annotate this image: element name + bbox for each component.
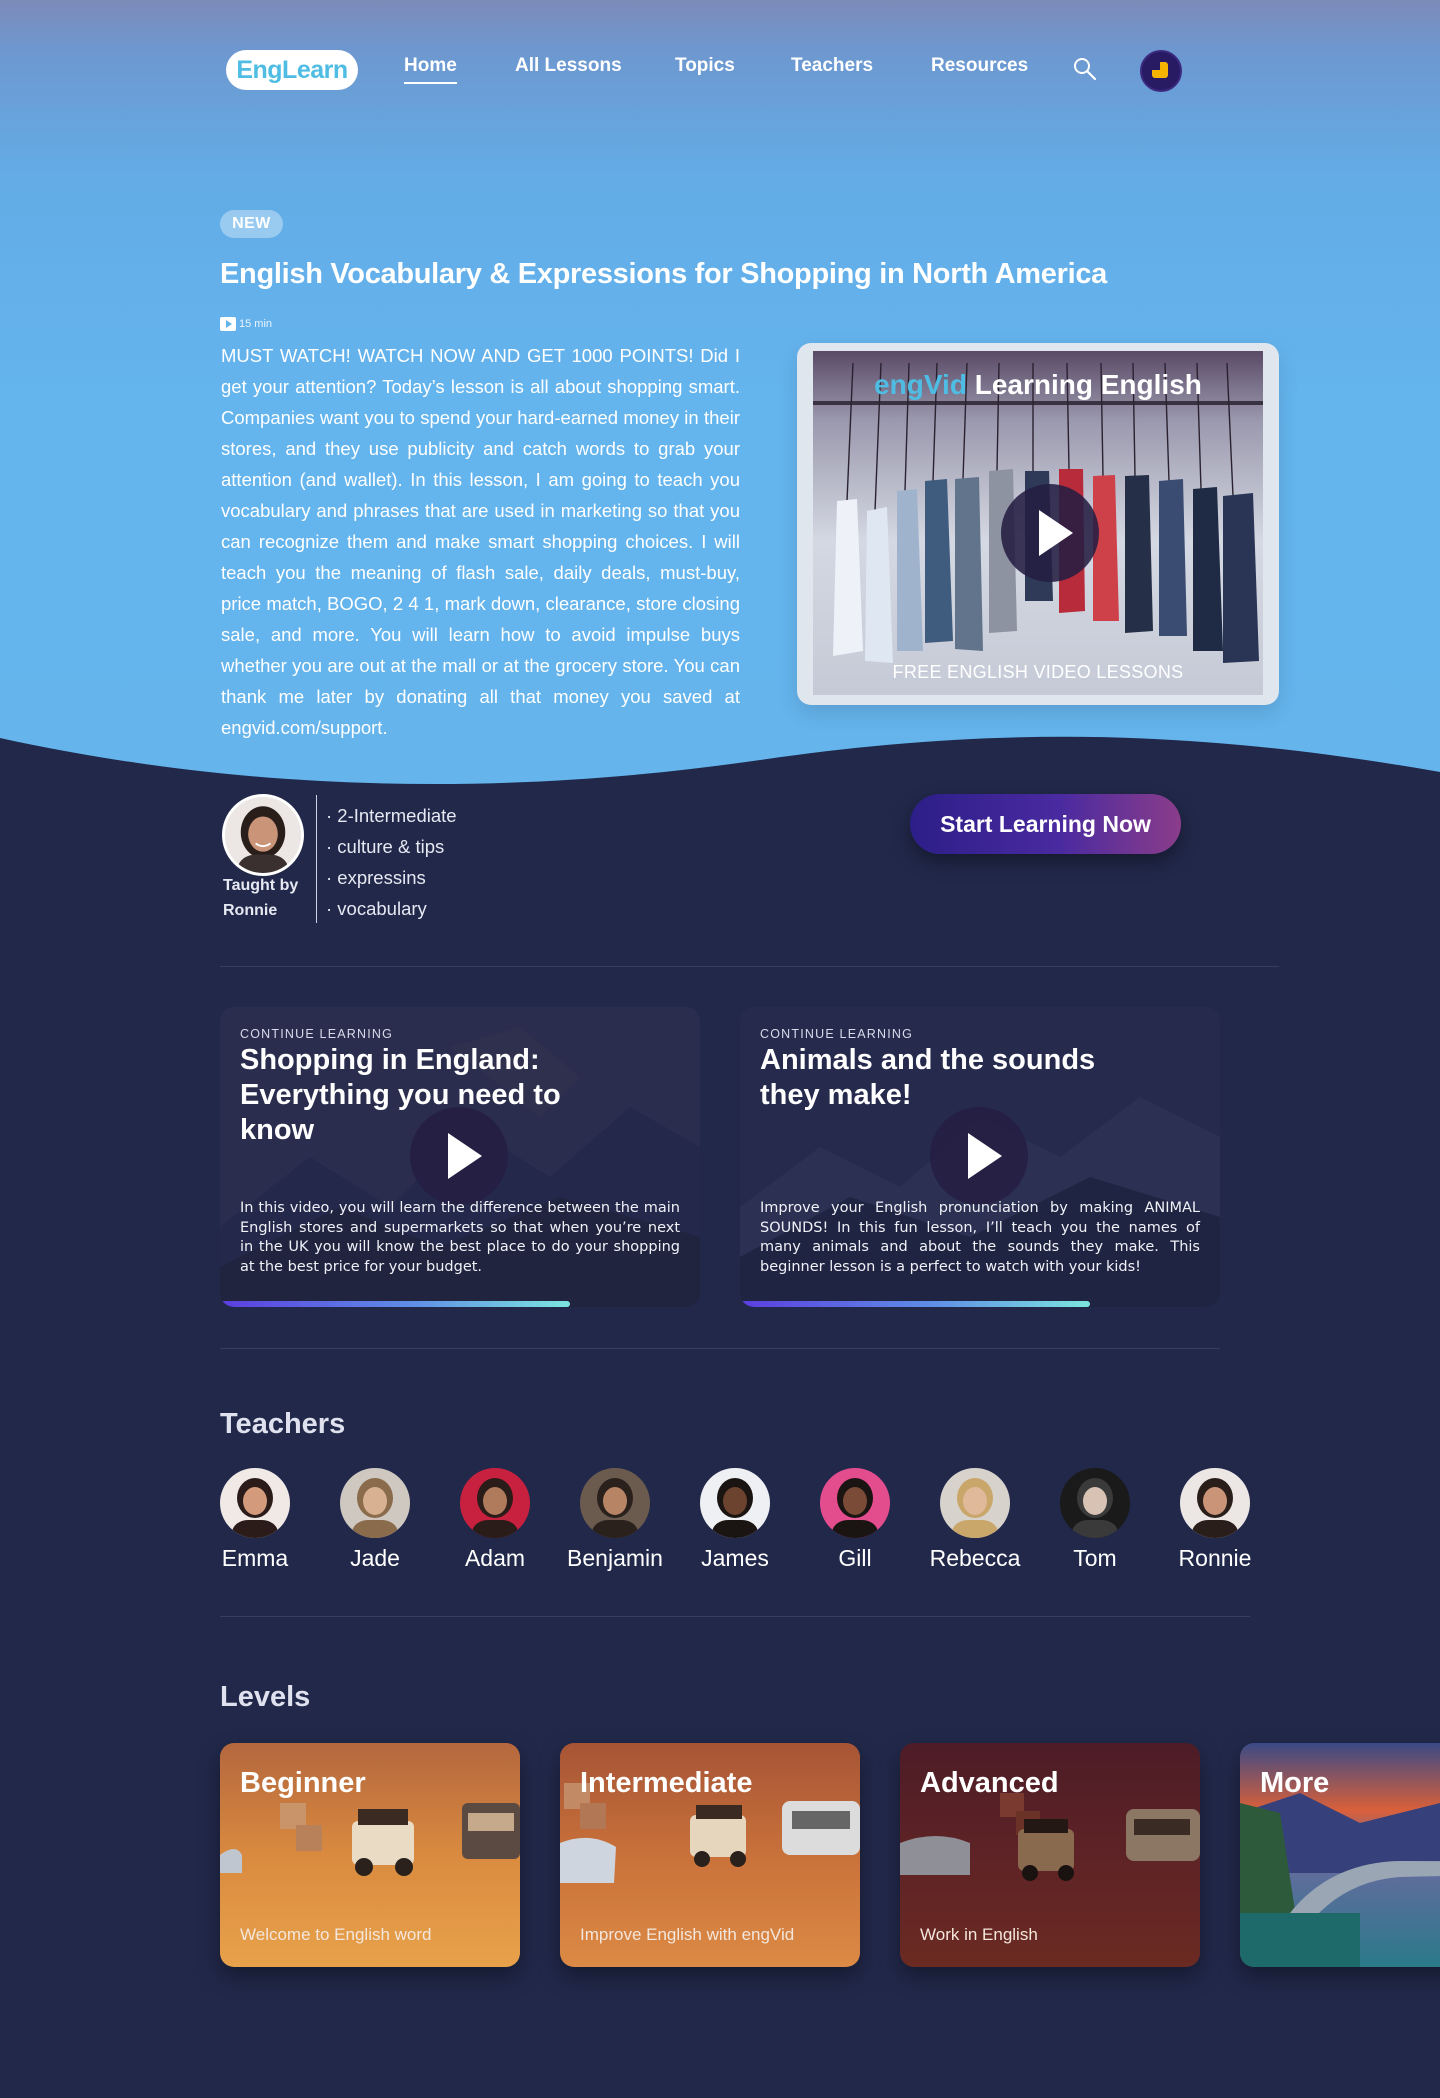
course-kicker: CONTINUE LEARNING (760, 1027, 914, 1041)
teacher-avatar[interactable] (940, 1468, 1010, 1538)
tag-vocabulary[interactable]: · vocabulary (326, 893, 457, 924)
teacher-name[interactable]: James (680, 1544, 790, 1572)
teacher-avatar[interactable] (340, 1468, 410, 1538)
taught-by-label: Taught by (223, 877, 299, 894)
course-progress-bar (740, 1301, 1091, 1307)
teacher-item[interactable]: James (680, 1468, 790, 1572)
lesson-video-player[interactable]: engVid Learning English FREE ENGLISH VID… (797, 343, 1279, 705)
nav-teachers[interactable]: Teachers (791, 54, 873, 78)
level-subtitle: Work in English (920, 1925, 1038, 1944)
teacher-item[interactable]: Gill (800, 1468, 910, 1572)
levels-heading: Levels (220, 1681, 311, 1713)
level-title: Beginner (240, 1767, 366, 1799)
video-icon (220, 317, 236, 332)
video-brand-engvid: engVid (874, 369, 967, 400)
teacher-portrait (1060, 1468, 1130, 1538)
tag-level[interactable]: · 2-Intermediate (326, 800, 457, 831)
nav-topics[interactable]: Topics (675, 54, 735, 78)
teacher-avatar[interactable] (1180, 1468, 1250, 1538)
top-nav: EngLearn Home All Lessons Topics Teacher… (0, 48, 1440, 92)
teacher-portrait (220, 1468, 290, 1538)
level-card-more[interactable]: More (1240, 1743, 1440, 1967)
teacher-name[interactable]: Adam (440, 1544, 550, 1572)
start-learning-button[interactable]: Start Learning Now (910, 794, 1181, 854)
course-title[interactable]: Animals and the sounds they make! (760, 1043, 1100, 1113)
nav-all-lessons[interactable]: All Lessons (515, 54, 622, 78)
teacher-avatar[interactable] (580, 1468, 650, 1538)
video-brand-text: Learning English (974, 369, 1202, 400)
teacher-avatar-ronnie[interactable] (222, 794, 304, 876)
play-icon[interactable] (1001, 484, 1099, 582)
teacher-name[interactable]: Tom (1040, 1544, 1150, 1572)
teacher-item[interactable]: Emma (200, 1468, 310, 1572)
teacher-item[interactable]: Rebecca (920, 1468, 1030, 1572)
course-title[interactable]: Shopping in England: Everything you need… (240, 1043, 580, 1148)
course-description: In this video, you will learn the differ… (240, 1200, 680, 1275)
lesson-duration: 15 min (220, 316, 272, 332)
course-kicker: CONTINUE LEARNING (240, 1027, 394, 1041)
lesson-title: English Vocabulary & Expressions for Sho… (220, 258, 1107, 290)
taught-by: Taught by Ronnie (223, 873, 298, 923)
teacher-avatar[interactable] (820, 1468, 890, 1538)
teacher-portrait (820, 1468, 890, 1538)
logo[interactable]: EngLearn (226, 50, 358, 90)
teacher-portrait (225, 797, 301, 873)
tags-divider (316, 795, 317, 923)
new-badge: NEW (220, 210, 283, 238)
level-subtitle: Welcome to English word (240, 1925, 432, 1944)
video-brand: engVid Learning English (813, 369, 1263, 401)
level-card-beginner[interactable]: Beginner Welcome to English word (220, 1743, 520, 1967)
teacher-avatar[interactable] (700, 1468, 770, 1538)
section-divider (220, 966, 1279, 967)
teachers-heading: Teachers (220, 1408, 346, 1440)
teacher-name[interactable]: Gill (800, 1544, 910, 1572)
teacher-name[interactable]: Emma (200, 1544, 310, 1572)
level-subtitle: Improve English with engVid (580, 1925, 795, 1944)
teacher-item[interactable]: Jade (320, 1468, 430, 1572)
user-avatar[interactable] (1140, 50, 1182, 92)
teacher-avatar[interactable] (460, 1468, 530, 1538)
teacher-name[interactable]: Jade (320, 1544, 430, 1572)
play-icon[interactable] (930, 1107, 1028, 1205)
teacher-name[interactable]: Ronnie (1160, 1544, 1270, 1572)
play-icon[interactable] (410, 1107, 508, 1205)
teacher-avatar[interactable] (1060, 1468, 1130, 1538)
teacher-portrait (460, 1468, 530, 1538)
teacher-item[interactable]: Tom (1040, 1468, 1150, 1572)
teacher-item[interactable]: Ronnie (1160, 1468, 1270, 1572)
section-divider (220, 1616, 1250, 1617)
lesson-tags: · 2-Intermediate · culture & tips · expr… (326, 800, 457, 924)
video-caption: FREE ENGLISH VIDEO LESSONS (892, 662, 1184, 682)
section-divider (220, 1348, 1220, 1349)
course-description: Improve your English pronunciation by ma… (760, 1200, 1200, 1275)
level-card-intermediate[interactable]: Intermediate Improve English with engVid (560, 1743, 860, 1967)
page: EngLearn Home All Lessons Topics Teacher… (0, 0, 1440, 2098)
continue-learning-card[interactable]: CONTINUE LEARNING Shopping in England: E… (220, 1007, 700, 1307)
nav-home[interactable]: Home (404, 54, 457, 84)
level-title: Advanced (920, 1767, 1059, 1799)
level-title: More (1260, 1767, 1330, 1799)
teacher-portrait (940, 1468, 1010, 1538)
nav-resources[interactable]: Resources (931, 54, 1028, 78)
level-title: Intermediate (580, 1767, 753, 1799)
video-thumbnail: engVid Learning English FREE ENGLISH VID… (813, 351, 1263, 695)
teacher-name[interactable]: Rebecca (920, 1544, 1030, 1572)
teacher-portrait (1180, 1468, 1250, 1538)
tag-topic[interactable]: · culture & tips (326, 831, 457, 862)
duration-text: 15 min (239, 318, 273, 330)
lesson-description: MUST WATCH! WATCH NOW AND GET 1000 POINT… (221, 345, 740, 738)
taught-by-teacher[interactable]: Ronnie (223, 898, 298, 923)
level-card-advanced[interactable]: Advanced Work in English (900, 1743, 1200, 1967)
teacher-name[interactable]: Benjamin (560, 1544, 670, 1572)
continue-learning-card[interactable]: CONTINUE LEARNING Animals and the sounds… (740, 1007, 1220, 1307)
search-icon[interactable] (1072, 56, 1098, 82)
teacher-avatar[interactable] (220, 1468, 290, 1538)
teacher-portrait (580, 1468, 650, 1538)
teacher-portrait (340, 1468, 410, 1538)
course-progress-bar (220, 1301, 571, 1307)
tag-expressions[interactable]: · expressins (326, 862, 457, 893)
teacher-portrait (700, 1468, 770, 1538)
teacher-item[interactable]: Adam (440, 1468, 550, 1572)
teacher-item[interactable]: Benjamin (560, 1468, 670, 1572)
